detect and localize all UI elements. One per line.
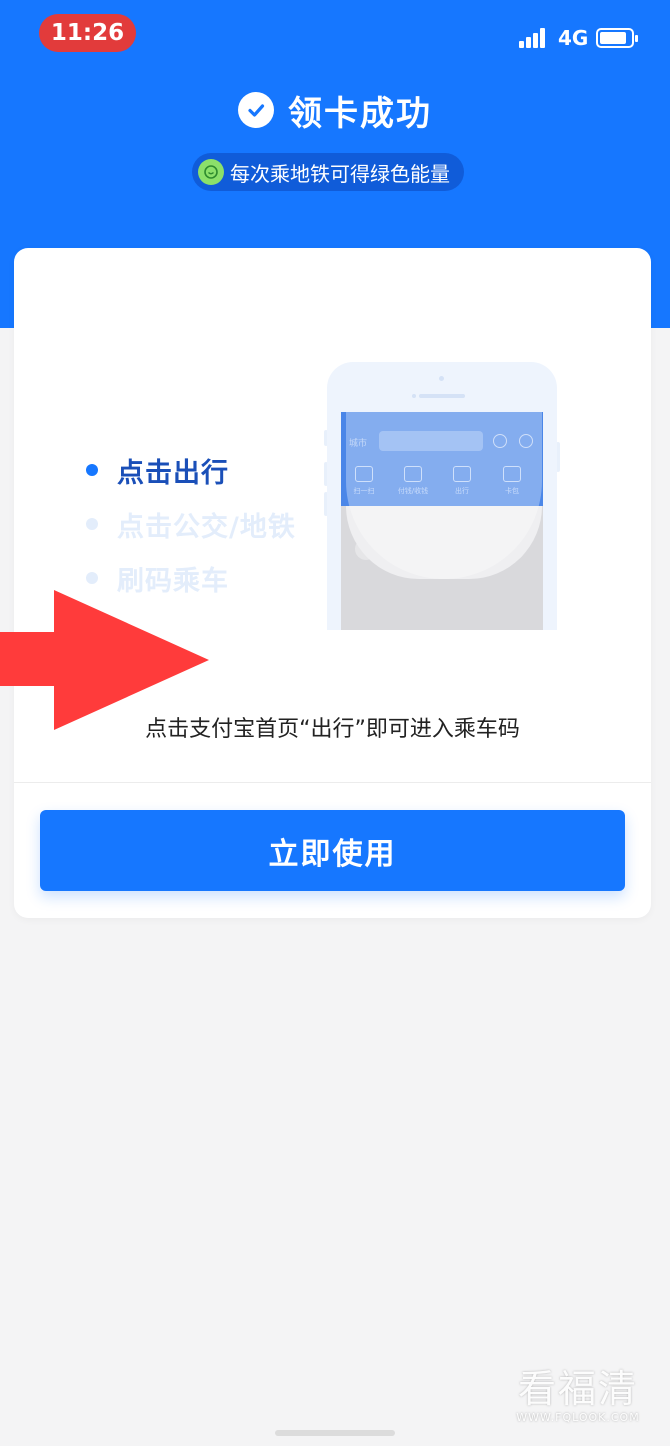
phone-illustration: 城市 扫一扫 付钱/收钱 出行 卡包 — [327, 362, 557, 630]
green-energy-icon — [198, 159, 224, 185]
step-bullet — [86, 464, 98, 476]
grid-item: 扫一扫 — [345, 466, 383, 496]
page-title: 领卡成功 — [288, 93, 432, 134]
home-indicator — [275, 1430, 395, 1436]
step-bullet — [86, 572, 98, 584]
wallet-icon — [503, 466, 521, 482]
step-list: 点击出行 点击公交/地铁 刷码乘车 — [86, 443, 296, 605]
step-label: 点击出行 — [117, 457, 229, 489]
watermark-logo: 看福清 — [517, 1367, 638, 1411]
check-circle-icon — [238, 92, 274, 128]
watermark: 看福清 WWW.FQLOOK.COM — [508, 1367, 648, 1424]
phone-screen: 城市 扫一扫 付钱/收钱 出行 卡包 — [341, 412, 543, 630]
pay-icon — [404, 466, 422, 482]
status-time: 11:26 — [39, 14, 136, 52]
signal-icon — [519, 28, 551, 48]
step-label: 点击公交/地铁 — [117, 511, 296, 543]
status-bar: 11:26 4G — [0, 0, 670, 70]
grid-item: 付钱/收钱 — [394, 466, 432, 496]
step-bullet — [86, 518, 98, 530]
energy-badge: 每次乘地铁可得绿色能量 — [192, 153, 464, 191]
divider — [14, 782, 651, 783]
step-item: 点击公交/地铁 — [86, 497, 296, 551]
battery-icon — [596, 28, 638, 48]
header: 领卡成功 — [0, 86, 670, 134]
grid-item: 出行 — [443, 466, 481, 496]
travel-icon — [453, 466, 471, 482]
red-arrow-icon — [0, 590, 209, 730]
step-item: 点击出行 — [86, 443, 296, 497]
use-now-button[interactable]: 立即使用 — [40, 810, 625, 891]
guide-card: 点击出行 点击公交/地铁 刷码乘车 城市 扫一扫 付钱/收钱 出行 卡包 点击支… — [14, 248, 651, 918]
scan-icon — [355, 466, 373, 482]
energy-badge-text: 每次乘地铁可得绿色能量 — [230, 161, 450, 186]
watermark-url: WWW.FQLOOK.COM — [516, 1411, 640, 1424]
grid-item: 卡包 — [493, 466, 531, 496]
network-type: 4G — [558, 26, 589, 50]
